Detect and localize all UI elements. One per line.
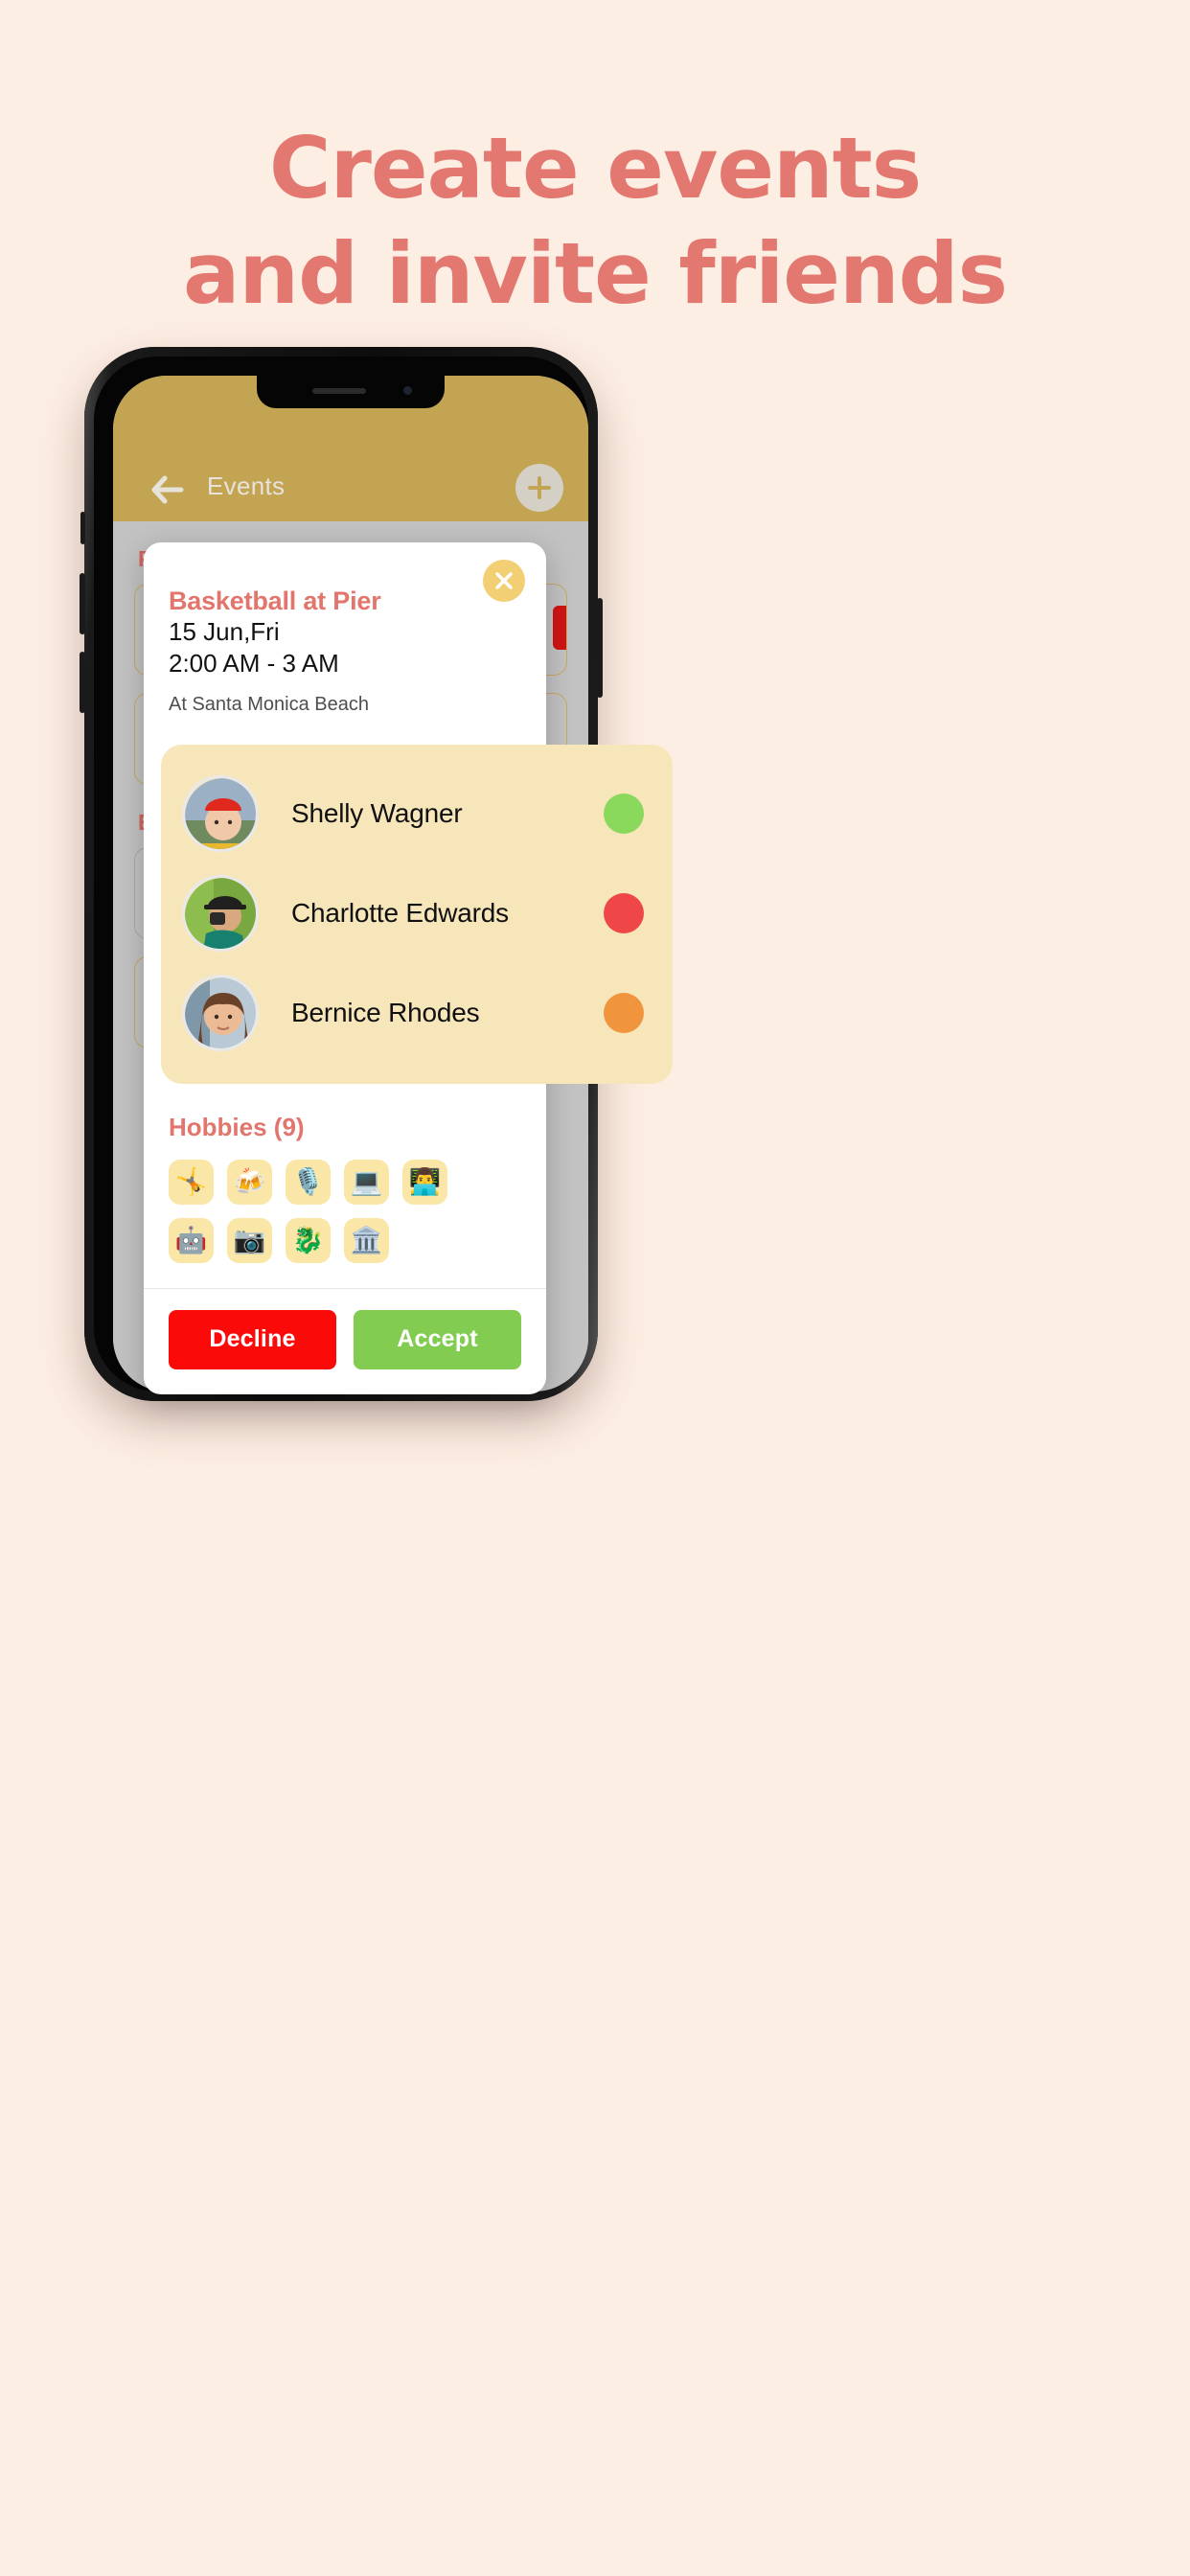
status-badge [604, 992, 644, 1033]
power-button[interactable] [597, 598, 603, 698]
phone-notch [257, 376, 445, 408]
attendee-name: Shelly Wagner [291, 797, 463, 828]
event-location: At Santa Monica Beach [169, 693, 370, 715]
hobbies-section: Hobbies (9) 🤸 🍻 🎙️ 💻 👨‍💻 🤖 📷 🐉 🏛️ [144, 1084, 546, 1263]
status-badge [604, 793, 644, 834]
accept-button[interactable]: Accept [354, 1309, 521, 1369]
event-title: Basketball at Pier [169, 586, 381, 615]
camera-icon[interactable]: 📷 [227, 1217, 272, 1263]
cartwheel-icon[interactable]: 🤸 [169, 1159, 214, 1205]
page-title: Events [207, 472, 286, 500]
front-camera-icon [403, 386, 412, 395]
attendee-name: Charlotte Edwards [291, 897, 509, 928]
technologist-icon[interactable]: 👨‍💻 [402, 1159, 447, 1205]
hobbies-title: Hobbies (9) [169, 1112, 305, 1141]
robot-icon[interactable]: 🤖 [169, 1217, 214, 1263]
close-icon[interactable] [483, 560, 525, 602]
attendee-name: Bernice Rhodes [291, 997, 480, 1027]
modal-actions: Decline Accept [144, 1289, 546, 1394]
earpiece-speaker [312, 388, 366, 394]
silent-switch[interactable] [80, 512, 85, 544]
beers-icon[interactable]: 🍻 [227, 1159, 272, 1205]
status-badge [604, 892, 644, 933]
avatar [182, 774, 259, 852]
add-event-button[interactable] [515, 464, 563, 512]
classical-building-icon[interactable]: 🏛️ [344, 1217, 389, 1263]
volume-up-button[interactable] [80, 573, 85, 634]
decline-button[interactable]: Decline [169, 1309, 336, 1369]
laptop-icon[interactable]: 💻 [344, 1159, 389, 1205]
hobbies-grid: 🤸 🍻 🎙️ 💻 👨‍💻 🤖 📷 🐉 🏛️ [169, 1159, 466, 1263]
volume-down-button[interactable] [80, 652, 85, 713]
avatar [182, 874, 259, 952]
promo-headline: Create events and invite friends [0, 123, 1190, 320]
list-item[interactable]: Charlotte Edwards [161, 863, 673, 963]
list-item[interactable]: Bernice Rhodes [161, 963, 673, 1063]
avatar [182, 974, 259, 1051]
attendee-list: Shelly Wagner Charlotte Edwards Bernice … [161, 744, 673, 1084]
headline-line-2: and invite friends [183, 224, 1008, 323]
microphone-icon[interactable]: 🎙️ [286, 1159, 331, 1205]
modal-header: Basketball at Pier 15 Jun,Fri 2:00 AM - … [144, 542, 546, 716]
headline-line-1: Create events [268, 119, 922, 218]
event-date: 15 Jun,Fri [169, 617, 280, 646]
event-detail-modal: Basketball at Pier 15 Jun,Fri 2:00 AM - … [144, 542, 673, 1394]
event-time: 2:00 AM - 3 AM [169, 649, 339, 678]
card-status-tag [553, 606, 566, 650]
list-item[interactable]: Shelly Wagner [161, 764, 673, 863]
dragon-icon[interactable]: 🐉 [286, 1217, 331, 1263]
back-arrow-icon[interactable] [151, 475, 184, 504]
phone-mockup: Events Pending 1 B 1 A C Events 1 [80, 347, 673, 1401]
